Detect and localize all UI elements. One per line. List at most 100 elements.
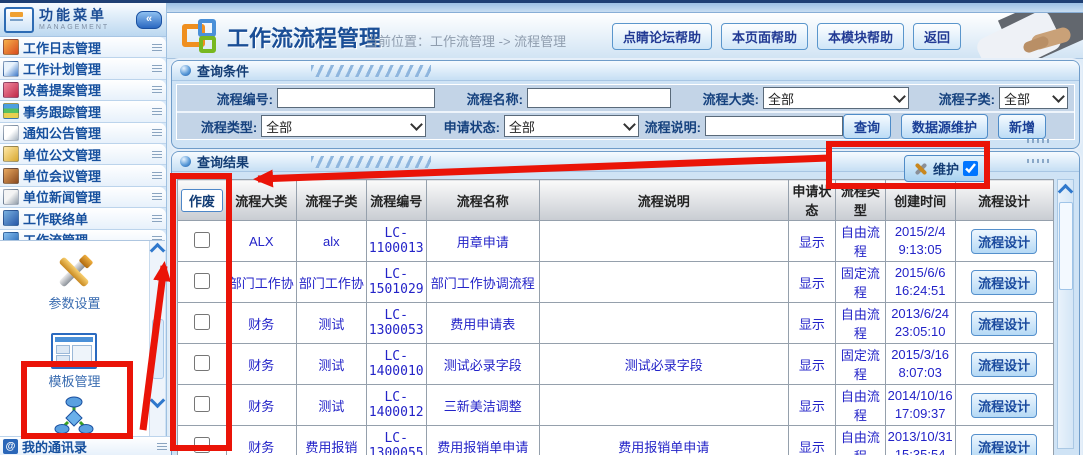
sidebar-item-document[interactable]: 单位公文管理	[0, 144, 166, 165]
column-design: 流程设计	[955, 180, 1053, 221]
column-name: 流程名称	[426, 180, 539, 221]
process-design-button[interactable]: 流程设计	[971, 311, 1037, 336]
cell-subcategory: 费用报销	[296, 426, 366, 455]
sidebar-item-plan[interactable]: 工作计划管理	[0, 58, 166, 79]
plan-icon	[3, 61, 19, 77]
scroll-up-icon[interactable]	[150, 243, 166, 259]
cell-status: 显示	[788, 221, 836, 262]
workflow-management-page: 功能菜单 MANAGEMENT « 工作日志管理工作计划管理改善提案管理事务跟踪…	[0, 0, 1083, 455]
process-design-button[interactable]: 流程设计	[971, 393, 1037, 418]
chevron-down-icon	[1052, 90, 1065, 103]
process-name-input[interactable]	[527, 88, 671, 108]
desc-input[interactable]	[705, 116, 843, 136]
process-design-button[interactable]: 流程设计	[971, 352, 1037, 377]
cell-category: 财务	[226, 385, 296, 426]
page-help-button[interactable]: 本页面帮助	[721, 23, 808, 50]
sidebar-item-meeting[interactable]: 单位会议管理	[0, 165, 166, 186]
sidebar-item-journal[interactable]: 工作日志管理	[0, 37, 166, 58]
cell-design: 流程设计	[955, 385, 1053, 426]
cell-status: 显示	[788, 385, 836, 426]
void-checkbox[interactable]	[194, 355, 210, 371]
chevron-down-icon	[893, 90, 906, 103]
back-button[interactable]: 返回	[913, 23, 961, 50]
process-no-input[interactable]	[277, 88, 435, 108]
cell-created: 2013/6/24 23:05:10	[885, 303, 955, 344]
scroll-up-icon[interactable]	[1058, 184, 1074, 200]
cell-subcategory: 测试	[296, 385, 366, 426]
tracking-icon	[3, 103, 19, 119]
cell-category: 财务	[226, 344, 296, 385]
table-header-row: 作废 流程大类 流程子类 流程编号 流程名称 流程说明 申请状态 流程类型 创建…	[178, 180, 1054, 221]
scrollbar-thumb[interactable]	[1059, 202, 1073, 290]
status-select[interactable]: 全部	[504, 115, 639, 137]
sidebar-item-news[interactable]: 单位新闻管理	[0, 187, 166, 208]
query-conditions-panel: 查询条件 流程编号: 流程名称: 流程大类: 全部 流程子类: 全部	[171, 60, 1080, 149]
cell-design: 流程设计	[955, 344, 1053, 385]
cell-type: 固定流程	[836, 262, 885, 303]
grip-icon	[150, 151, 163, 158]
add-button[interactable]: 新增	[998, 114, 1046, 139]
cell-void	[178, 426, 227, 455]
sidebar-item-addressbook[interactable]: @ 我的通讯录	[0, 436, 171, 455]
sidebar-item-label: 单位会议管理	[23, 166, 146, 185]
cell-type: 自由流程	[836, 303, 885, 344]
sidebar-item-label: 单位新闻管理	[23, 187, 146, 206]
sidebar-item-notice[interactable]: 通知公告管理	[0, 123, 166, 144]
addressbook-icon: @	[3, 439, 18, 454]
maintain-checkbox[interactable]	[963, 161, 978, 176]
process-design-button[interactable]: 流程设计	[971, 434, 1037, 455]
process-design-button[interactable]: 流程设计	[971, 270, 1037, 295]
datasource-maintain-button[interactable]: 数据源维护	[901, 114, 988, 139]
scrollbar-thumb[interactable]	[152, 319, 164, 379]
main-area: 工作流流程管理 当前位置：工作流管理 -> 流程管理 点睛论坛帮助 本页面帮助 …	[167, 3, 1083, 455]
column-category: 流程大类	[226, 180, 296, 221]
scroll-down-icon[interactable]	[150, 393, 166, 409]
flowchart-icon	[54, 396, 94, 434]
column-created: 创建时间	[885, 180, 955, 221]
sidebar: 功能菜单 MANAGEMENT « 工作日志管理工作计划管理改善提案管理事务跟踪…	[0, 3, 167, 455]
document-icon	[3, 146, 19, 162]
cell-type: 自由流程	[836, 426, 885, 455]
type-select[interactable]: 全部	[261, 115, 426, 137]
process-design-button[interactable]: 流程设计	[971, 229, 1037, 254]
resize-grip	[1027, 159, 1049, 163]
cell-category: 财务	[226, 303, 296, 344]
void-checkbox[interactable]	[194, 314, 210, 330]
maintain-label: 维护	[933, 159, 959, 178]
module-help-button[interactable]: 本模块帮助	[817, 23, 904, 50]
workflow-submenu: 参数设置 模板管理 流程管理	[0, 240, 165, 438]
module-icon	[181, 18, 217, 54]
cell-category: ALX	[226, 221, 296, 262]
forum-help-button[interactable]: 点睛论坛帮助	[612, 23, 712, 50]
top-band	[167, 3, 1083, 13]
search-button[interactable]: 查询	[843, 114, 891, 139]
news-icon	[3, 189, 19, 205]
subcategory-select[interactable]: 全部	[999, 87, 1068, 109]
collapse-sidebar-button[interactable]: «	[136, 11, 162, 29]
table-row: ALXalxLC-1100013用章申请显示自由流程2015/2/4 9:13:…	[178, 221, 1054, 262]
handshake-image	[968, 13, 1083, 58]
submenu-item-template[interactable]: 模板管理	[48, 321, 100, 390]
maintain-button[interactable]: 维护	[904, 155, 987, 182]
cell-created: 2015/3/16 8:07:03	[885, 344, 955, 385]
cell-status: 显示	[788, 262, 836, 303]
menu-logo-icon	[4, 7, 34, 33]
void-checkbox[interactable]	[194, 232, 210, 248]
subcategory-label: 流程子类:	[909, 89, 999, 108]
column-subcategory: 流程子类	[296, 180, 366, 221]
table-row: 财务测试LC-1400010测试必录字段测试必录字段显示固定流程2015/3/1…	[178, 344, 1054, 385]
category-select[interactable]: 全部	[763, 87, 909, 109]
void-checkbox[interactable]	[194, 437, 210, 453]
submenu-item-params[interactable]: 参数设置	[48, 241, 100, 312]
void-checkbox[interactable]	[194, 273, 210, 289]
table-scrollbar[interactable]	[1057, 179, 1074, 449]
sidebar-item-contact[interactable]: 工作联络单	[0, 208, 166, 229]
sidebar-item-proposal[interactable]: 改善提案管理	[0, 80, 166, 101]
process-no-label: 流程编号:	[177, 89, 277, 108]
void-column-button[interactable]: 作废	[181, 189, 223, 212]
sidebar-scrollbar[interactable]	[149, 241, 165, 438]
void-checkbox[interactable]	[194, 396, 210, 412]
table-row: 财务测试LC-1300053费用申请表显示自由流程2013/6/24 23:05…	[178, 303, 1054, 344]
top-border	[0, 0, 1083, 3]
sidebar-item-tracking[interactable]: 事务跟踪管理	[0, 101, 166, 122]
